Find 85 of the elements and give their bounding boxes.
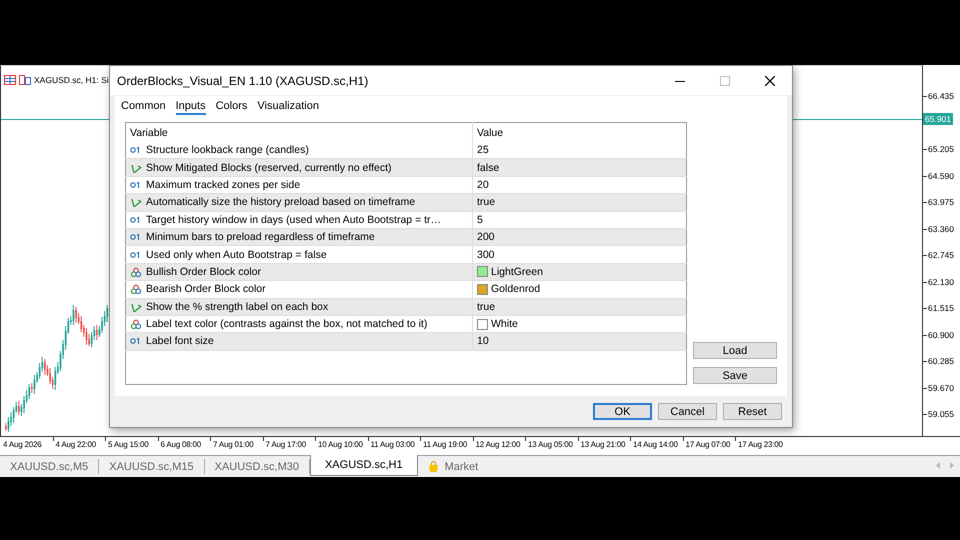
dialog-button[interactable]: Cancel (658, 403, 717, 420)
variable-name: Show the % strength label on each box (146, 300, 328, 313)
value-text[interactable]: 200 (477, 231, 495, 244)
market-tab[interactable]: Market (418, 459, 488, 474)
dialog-button[interactable]: Reset (723, 403, 782, 420)
chart-tab[interactable]: XAUUSD.sc,M15 (99, 459, 205, 474)
branch-arrow-icon (130, 302, 142, 312)
integer-icon (130, 232, 142, 242)
variable-name: Bearish Order Block color (146, 283, 266, 296)
price-label: 61.515 (928, 303, 954, 313)
time-label: 10 Aug 10:00 (318, 440, 363, 450)
price-label: 63.975 (928, 197, 954, 207)
value-text[interactable]: 10 (477, 335, 489, 348)
branch-arrow-icon (130, 162, 142, 173)
time-label: 5 Aug 15:00 (108, 440, 149, 450)
price-label: 59.055 (928, 409, 954, 419)
dialog-title: OrderBlocks_Visual_EN 1.10 (XAGUSD.sc,H1) (117, 74, 370, 88)
column-header: Value (477, 126, 504, 138)
column-header: Variable (130, 126, 168, 138)
variable-name: Structure lookback range (candles) (146, 144, 309, 156)
variable-name: Target history window in days (used when Auto Bootstrap = tr… (146, 214, 442, 226)
price-label: 62.745 (928, 250, 954, 260)
chart-tab[interactable]: XAUUSD.sc,M5 (0, 459, 100, 474)
time-label: 11 Aug 19:00 (423, 440, 468, 450)
dialog-tab[interactable]: Common (121, 99, 166, 115)
value-text[interactable]: true (477, 300, 496, 313)
price-label: 63.360 (928, 224, 954, 234)
value-text[interactable]: 25 (477, 144, 489, 156)
variable-name: Used only when Auto Bootstrap = false (146, 248, 327, 261)
time-label: 4 Aug 22:00 (56, 440, 96, 450)
variable-name: Label text color (contrasts against the box, not matched to it) (146, 318, 428, 330)
window-list-icon[interactable] (4, 75, 16, 85)
color-circles-icon (130, 319, 142, 330)
time-label: 13 Aug 21:00 (580, 440, 626, 450)
time-label: 4 Aug 2026 (3, 440, 42, 450)
color-circles-icon (130, 266, 142, 277)
time-label: 13 Aug 05:00 (528, 440, 573, 450)
chart-title: XAGUSD.sc, H1: Si (34, 75, 109, 85)
price-label: 62.130 (928, 276, 954, 286)
dialog-tab[interactable]: Inputs (176, 99, 206, 115)
branch-arrow-icon (130, 197, 142, 208)
time-label: 7 Aug 01:00 (213, 440, 254, 450)
variable-name: Label font size (146, 335, 214, 348)
side-button[interactable]: Save (693, 367, 777, 384)
time-label: 14 Aug 14:00 (633, 440, 678, 450)
time-label: 11 Aug 03:00 (370, 440, 415, 450)
chart-tab[interactable]: XAGUSD.sc,H1 (310, 455, 418, 476)
dialog-tab[interactable]: Visualization (257, 99, 319, 115)
value-text[interactable]: 300 (477, 248, 495, 261)
side-button[interactable]: Load (693, 342, 777, 359)
price-label: 66.435 (928, 91, 954, 101)
time-label: 17 Aug 07:00 (686, 440, 730, 450)
time-label: 6 Aug 08:00 (160, 440, 202, 450)
value-text[interactable]: true (477, 196, 496, 208)
color-circles-icon (130, 284, 142, 294)
integer-icon (130, 250, 142, 260)
price-label: 60.900 (928, 330, 954, 340)
price-label: 60.285 (928, 356, 954, 366)
integer-icon (130, 145, 142, 156)
integer-icon (130, 180, 142, 190)
value-text[interactable]: White (491, 318, 518, 330)
dialog-tab[interactable]: Colors (216, 99, 248, 115)
integer-icon (130, 336, 142, 346)
close-icon[interactable] (764, 76, 774, 86)
time-label: 7 Aug 17:00 (266, 440, 306, 450)
value-text[interactable]: 20 (477, 178, 489, 191)
current-price-label: 65.901 (923, 113, 953, 125)
dialog-button[interactable]: OK (593, 403, 652, 420)
time-label: 17 Aug 23:00 (738, 440, 783, 450)
variable-name: Minimum bars to preload regardless of timeframe (146, 231, 375, 244)
value-text[interactable]: LightGreen (491, 266, 543, 278)
variable-name: Maximum tracked zones per side (146, 178, 300, 191)
integer-icon (130, 214, 142, 225)
price-label: 65.205 (928, 144, 954, 154)
variable-name: Show Mitigated Blocks (reserved, currently no effect) (146, 162, 392, 174)
time-label: 12 Aug 12:00 (476, 440, 520, 450)
value-text[interactable]: Goldenrod (491, 283, 540, 296)
value-text[interactable]: false (477, 162, 500, 174)
variable-name: Bullish Order Block color (146, 266, 261, 278)
indicator-icon[interactable] (19, 75, 31, 85)
shopping-bag-icon (428, 460, 439, 472)
price-label: 59.670 (928, 382, 954, 392)
variable-name: Automatically size the history preload based on timeframe (146, 196, 416, 208)
value-text[interactable]: 5 (477, 214, 483, 226)
price-label: 64.590 (928, 170, 954, 180)
